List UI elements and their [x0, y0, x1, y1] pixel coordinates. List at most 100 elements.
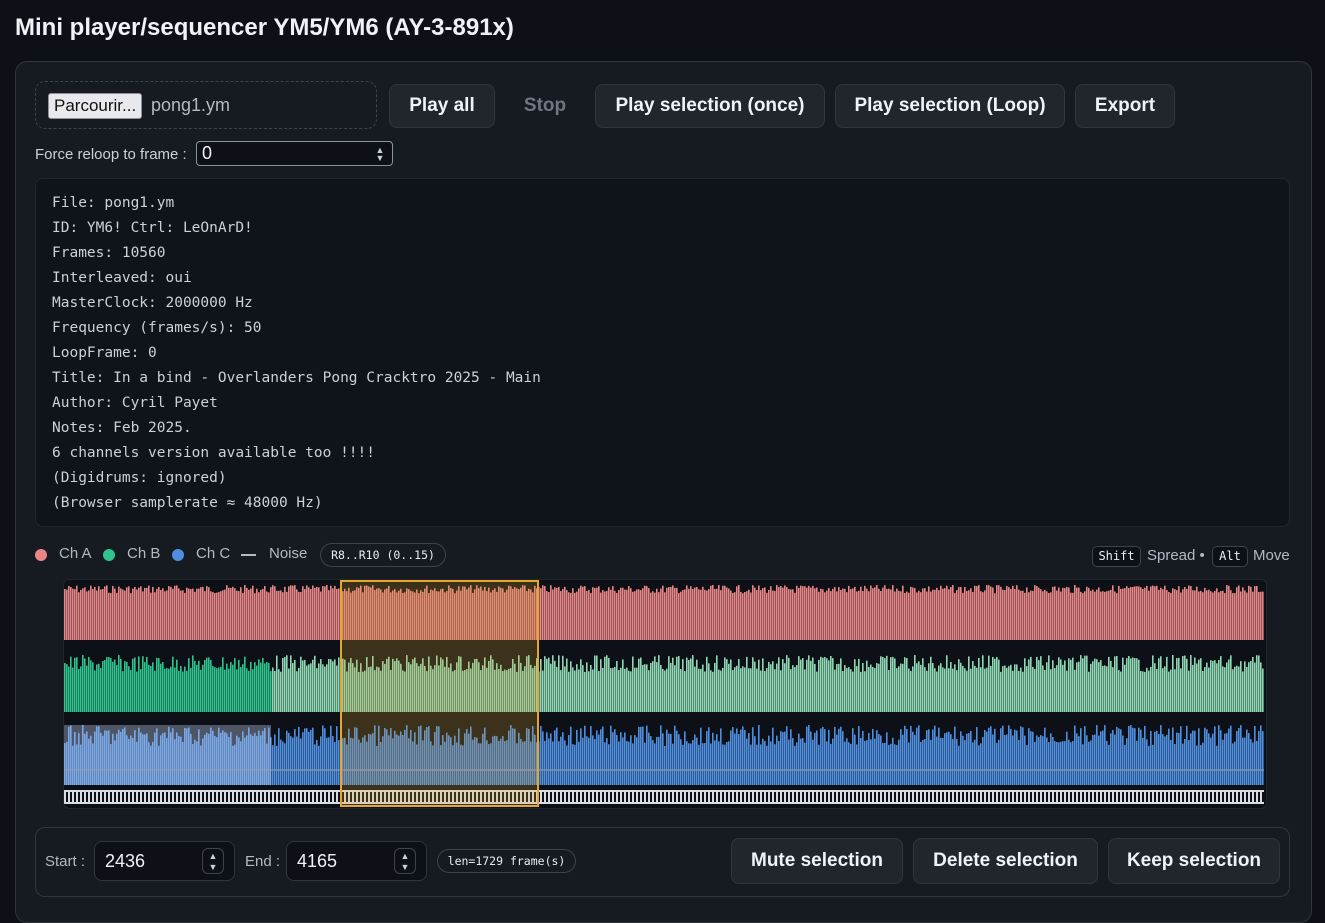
volume-bar — [674, 725, 676, 785]
volume-bar — [922, 588, 924, 640]
volume-bar — [682, 659, 684, 712]
volume-bar — [1084, 726, 1086, 785]
volume-bar — [622, 587, 624, 640]
volume-bar — [562, 732, 564, 785]
frame-tick — [570, 792, 572, 802]
file-info-panel: File: pong1.ym ID: YM6! Ctrl: LeOnArD! F… — [35, 178, 1290, 527]
volume-timeline[interactable] — [63, 579, 1267, 809]
export-button[interactable]: Export — [1075, 84, 1175, 128]
frame-tick — [1090, 792, 1092, 802]
volume-bar — [1204, 727, 1206, 785]
volume-bar — [658, 736, 660, 785]
file-picker[interactable]: Parcourir... pong1.ym — [35, 81, 377, 129]
frame-tick — [238, 792, 240, 802]
ch-b-dot-icon — [103, 549, 115, 561]
volume-bar — [984, 668, 986, 712]
frame-tick — [282, 792, 284, 802]
volume-bar — [592, 587, 594, 640]
volume-bar — [642, 664, 644, 712]
volume-bar — [1224, 667, 1226, 712]
volume-bar — [750, 592, 752, 640]
volume-bar — [822, 727, 824, 785]
volume-bar — [1164, 736, 1166, 785]
volume-bar — [294, 659, 296, 712]
volume-bar — [1054, 741, 1056, 785]
volume-bar — [1020, 726, 1022, 785]
selection-range[interactable] — [340, 580, 539, 807]
volume-bar — [1040, 735, 1042, 785]
volume-bar — [210, 591, 212, 640]
volume-bar — [668, 656, 670, 712]
volume-bar — [746, 591, 748, 640]
reloop-frame-input[interactable]: 0 ▲ ▼ — [196, 141, 393, 166]
volume-bar — [94, 670, 96, 712]
volume-bar — [792, 665, 794, 712]
volume-bar — [1246, 666, 1248, 712]
volume-bar — [1138, 727, 1140, 785]
start-frame-input[interactable]: 2436 ▲ ▼ — [94, 841, 235, 881]
volume-bar — [886, 655, 888, 712]
volume-bar — [884, 585, 886, 640]
volume-bar — [1046, 737, 1048, 785]
volume-bar — [1242, 671, 1244, 712]
volume-bar — [760, 590, 762, 640]
browse-button[interactable]: Parcourir... — [48, 93, 143, 119]
frame-tick — [970, 792, 972, 802]
frame-tick — [722, 792, 724, 802]
volume-bar — [830, 743, 832, 785]
volume-bar — [662, 585, 664, 640]
volume-bar — [1032, 731, 1034, 785]
reloop-stepper-icon[interactable]: ▲ ▼ — [374, 145, 386, 162]
frame-tick — [790, 792, 792, 802]
delete-selection-button[interactable]: Delete selection — [913, 838, 1098, 884]
volume-bar — [544, 656, 546, 712]
volume-bar — [1058, 657, 1060, 712]
volume-bar — [1176, 658, 1178, 712]
keep-selection-button[interactable]: Keep selection — [1108, 838, 1280, 884]
frame-tick — [1254, 792, 1256, 802]
volume-bar — [566, 658, 568, 712]
play-selection-once-button[interactable]: Play selection (once) — [595, 84, 825, 128]
volume-bar — [866, 660, 868, 712]
volume-bar — [1062, 587, 1064, 640]
volume-bar — [866, 588, 868, 640]
volume-bar — [1004, 734, 1006, 785]
end-stepper-icon[interactable]: ▲ ▼ — [394, 848, 416, 874]
volume-bar — [118, 586, 120, 640]
end-frame-input[interactable]: 4165 ▲ ▼ — [286, 841, 427, 881]
volume-bar — [294, 585, 296, 640]
volume-bar — [1158, 733, 1160, 785]
volume-bar — [300, 656, 302, 712]
volume-bar — [288, 732, 290, 785]
frame-tick — [738, 792, 740, 802]
volume-bar — [300, 591, 302, 640]
frame-tick — [1102, 792, 1104, 802]
volume-bar — [708, 589, 710, 640]
volume-bar — [338, 740, 340, 785]
volume-bar — [910, 725, 912, 785]
play-all-button[interactable]: Play all — [389, 84, 495, 128]
volume-bar — [876, 585, 878, 640]
volume-bar — [646, 586, 648, 640]
stop-button[interactable]: Stop — [505, 84, 585, 128]
volume-bar — [1088, 587, 1090, 640]
frame-tick — [770, 792, 772, 802]
frame-tick — [646, 792, 648, 802]
volume-bar — [714, 589, 716, 640]
volume-bar — [966, 590, 968, 640]
volume-bar — [670, 733, 672, 785]
timeline-canvas[interactable] — [64, 580, 1266, 808]
volume-bar — [1004, 590, 1006, 640]
volume-bar — [630, 735, 632, 785]
volume-bar — [616, 660, 618, 712]
play-selection-loop-button[interactable]: Play selection (Loop) — [835, 84, 1065, 128]
volume-bar — [286, 730, 288, 785]
volume-bar — [310, 589, 312, 640]
frame-tick — [246, 792, 248, 802]
mute-selection-button[interactable]: Mute selection — [731, 838, 903, 884]
volume-bar — [146, 587, 148, 640]
volume-bar — [288, 586, 290, 640]
start-stepper-icon[interactable]: ▲ ▼ — [202, 848, 224, 874]
volume-bar — [774, 590, 776, 640]
volume-bar — [1248, 585, 1250, 640]
